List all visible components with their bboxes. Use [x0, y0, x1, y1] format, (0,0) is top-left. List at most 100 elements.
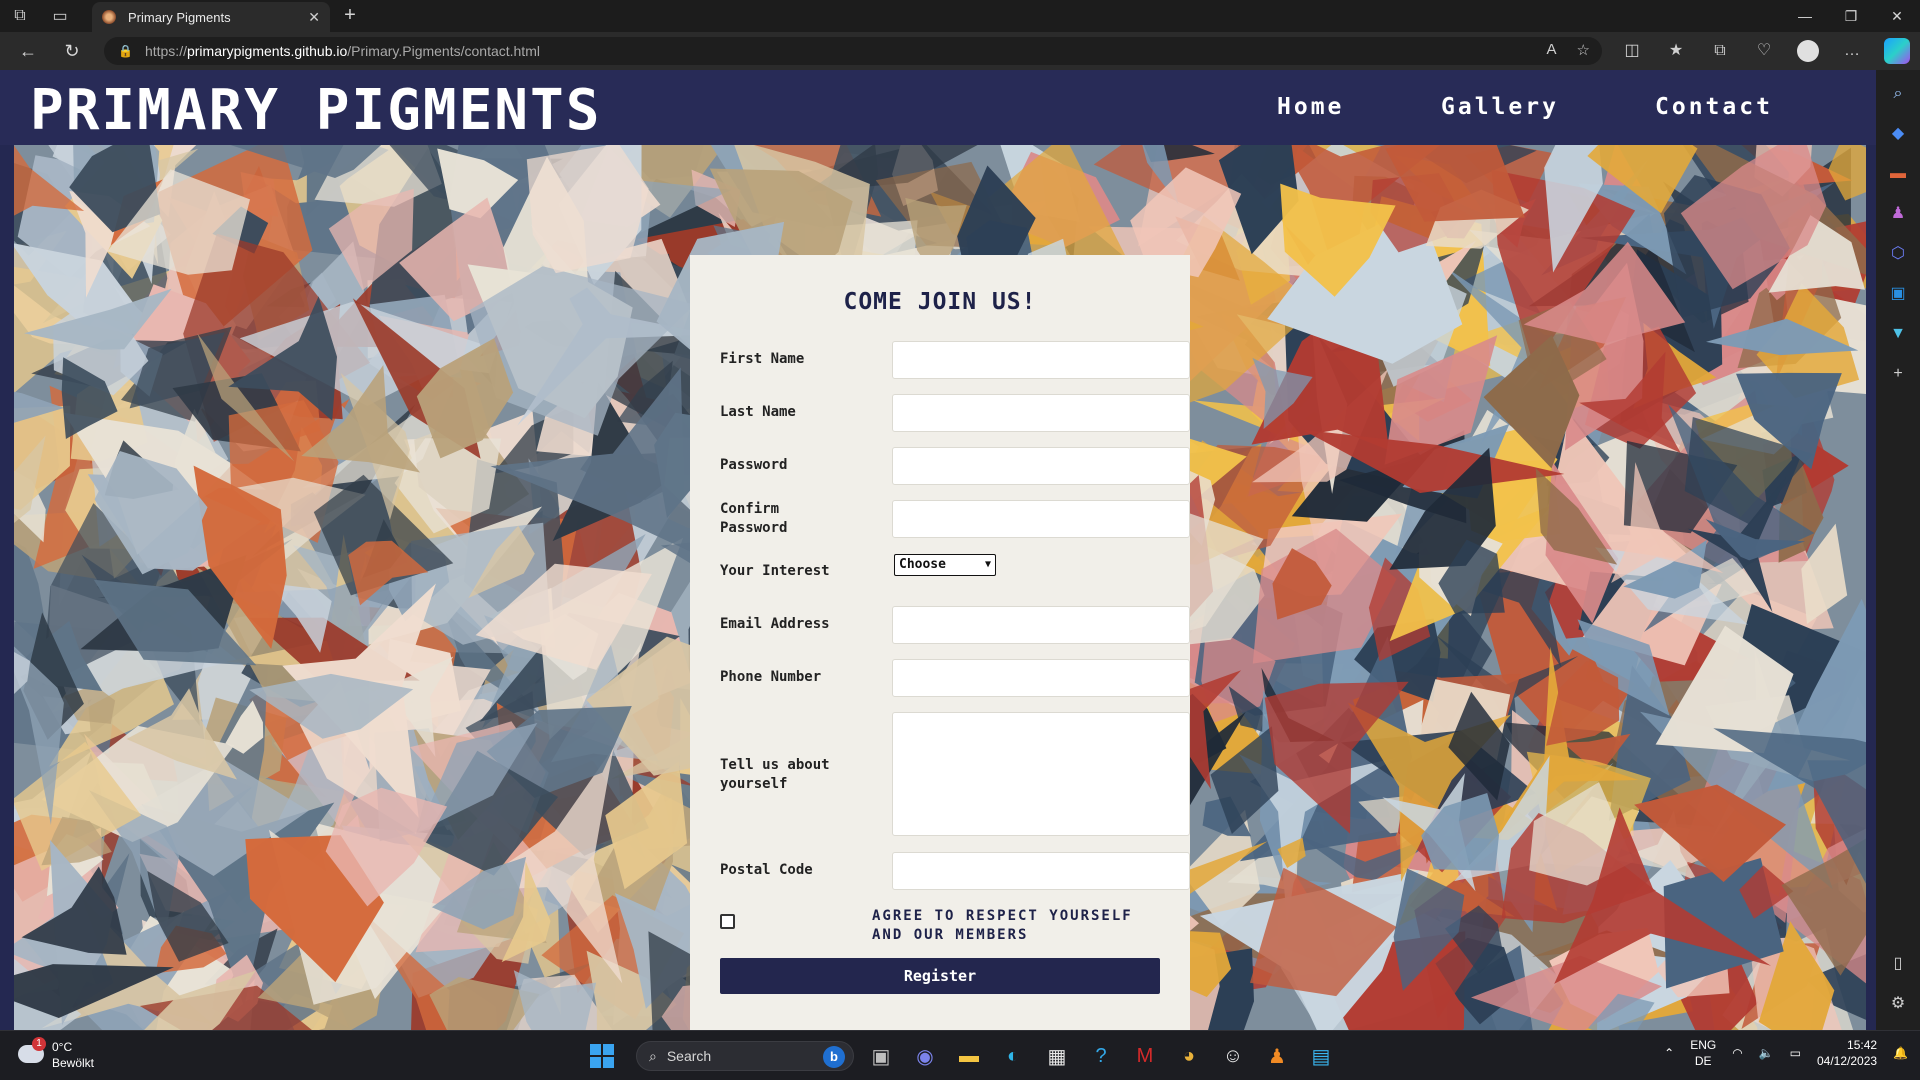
read-aloud-icon[interactable]: A	[1547, 41, 1557, 59]
password-label: Password	[720, 457, 788, 473]
edge-browser-icon[interactable]: ◐	[996, 1039, 1030, 1073]
profile-avatar-icon[interactable]	[1794, 38, 1822, 64]
collections-icon[interactable]: ⧉	[1706, 38, 1734, 64]
taskbar-apps: ⌕ Search b ▣ ◉ ▬ ◐ ▦ ? M ◕ ☺ ♟ ▤	[590, 1039, 1338, 1073]
confirm-password-label: Confirm Password	[720, 501, 788, 536]
clock[interactable]: 15:42 04/12/2023	[1817, 1037, 1877, 1069]
restore-icon[interactable]: ❐	[1828, 0, 1874, 32]
tray-chevron-up-icon[interactable]: ⌃	[1664, 1046, 1674, 1060]
minimize-icon[interactable]: —	[1782, 0, 1828, 32]
last-name-input[interactable]	[892, 394, 1190, 432]
clock-time: 15:42	[1847, 1038, 1878, 1052]
about-label: Tell us about yourself	[720, 757, 830, 792]
emoji-app-icon[interactable]: ☺	[1216, 1039, 1250, 1073]
notifications-bell-icon[interactable]: 🔔	[1893, 1046, 1908, 1060]
agree-checkbox[interactable]	[720, 914, 735, 929]
help-icon[interactable]: ?	[1084, 1039, 1118, 1073]
register-button[interactable]: Register	[720, 958, 1160, 994]
bing-icon[interactable]: b	[823, 1046, 845, 1068]
search-icon: ⌕	[649, 1047, 657, 1064]
character-app-icon[interactable]: ♟	[1260, 1039, 1294, 1073]
file-explorer-icon[interactable]: ▬	[952, 1039, 986, 1073]
workspaces-icon[interactable]: ⧉	[0, 0, 40, 32]
new-tab-icon[interactable]: +	[338, 4, 362, 27]
system-tray: ⌃ ENG DE ◠ 🔈 ▭ 15:42 04/12/2023 🔔	[1664, 1037, 1908, 1069]
lock-icon[interactable]: 🔒	[118, 44, 133, 58]
chevron-down-icon: ▼	[984, 559, 991, 570]
task-view-icon[interactable]: ▣	[864, 1039, 898, 1073]
mcafee-icon[interactable]: M	[1128, 1039, 1162, 1073]
sidebar-drop-icon[interactable]: ▼	[1886, 322, 1910, 346]
taskbar: 1 0°C Bewölkt ⌕ Search b ▣ ◉ ▬ ◐ ▦ ? M ◕…	[0, 1030, 1920, 1080]
url-protocol: https://	[144, 43, 187, 59]
split-screen-icon[interactable]: ◫	[1618, 38, 1646, 64]
tab-actions-icon[interactable]: ▭	[40, 0, 80, 32]
first-name-input[interactable]	[892, 341, 1190, 379]
confirm-password-input[interactable]	[892, 500, 1190, 538]
windows-start-icon[interactable]	[590, 1044, 614, 1068]
browser-tab[interactable]: Primary Pigments ✕	[92, 2, 330, 32]
sidebar-tools-icon[interactable]: ▬	[1886, 162, 1910, 186]
cloud-icon: 1	[18, 1037, 46, 1063]
sidebar-outlook-icon[interactable]: ▣	[1886, 282, 1910, 306]
nav-gallery[interactable]: Gallery	[1441, 94, 1559, 120]
password-input[interactable]	[892, 447, 1190, 485]
nav-contact[interactable]: Contact	[1655, 94, 1773, 120]
sidebar-hide-icon[interactable]: ▯	[1886, 952, 1910, 976]
weather-desc: Bewölkt	[52, 1056, 95, 1070]
phone-input[interactable]	[892, 659, 1190, 697]
copilot-icon[interactable]	[1884, 38, 1910, 64]
email-input[interactable]	[892, 606, 1190, 644]
battery-icon[interactable]: ▭	[1790, 1046, 1801, 1060]
window-controls: — ❐ ✕	[1782, 0, 1920, 32]
wifi-icon[interactable]: ◠	[1732, 1046, 1742, 1060]
url-host: primarypigments.github.io	[186, 43, 348, 59]
refresh-icon[interactable]: ↻	[58, 38, 86, 64]
browser-essentials-icon[interactable]: ♡	[1750, 38, 1778, 64]
postal-code-label: Postal Code	[720, 862, 813, 878]
signup-form: COME JOIN US! First Name Last Name Passw…	[690, 255, 1190, 1030]
volume-icon[interactable]: 🔈	[1759, 1046, 1774, 1060]
first-name-label: First Name	[720, 351, 805, 367]
weather-badge: 1	[32, 1037, 46, 1051]
browser-toolbar: ← ↻ 🔒 https://primarypigments.github.io /…	[0, 32, 1920, 70]
nav-home[interactable]: Home	[1277, 94, 1344, 120]
teams-icon[interactable]: ◉	[908, 1039, 942, 1073]
toolbar-icons: ◫ ★ ⧉ ♡ …	[1618, 38, 1866, 64]
form-title: COME JOIN US!	[843, 289, 1037, 315]
interest-select[interactable]: Choose ▼	[894, 554, 996, 576]
address-bar[interactable]: 🔒 https://primarypigments.github.io/Prim…	[104, 37, 1602, 65]
close-window-icon[interactable]: ✕	[1874, 0, 1920, 32]
postal-code-input[interactable]	[892, 852, 1190, 890]
back-icon[interactable]: ←	[14, 38, 42, 64]
site-header: PRIMARY PIGMENTS Home Gallery Contact	[0, 70, 1876, 145]
interest-selected-value: Choose	[899, 557, 946, 572]
favorite-star-icon[interactable]: ☆	[1577, 41, 1590, 59]
email-label: Email Address	[720, 616, 830, 632]
language-indicator[interactable]: ENG DE	[1690, 1037, 1716, 1069]
notepad-icon[interactable]: ▤	[1304, 1039, 1338, 1073]
close-tab-icon[interactable]: ✕	[308, 9, 320, 26]
sidebar-search-icon[interactable]: ⌕	[1886, 82, 1910, 106]
language-code: ENG	[1690, 1038, 1717, 1052]
sidebar-add-icon[interactable]: +	[1886, 362, 1910, 386]
weather-temp: 0°C	[52, 1040, 73, 1054]
edge-sidebar: ⌕ ◆ ▬ ♟ ⬡ ▣ ▼ + ▯ ⚙	[1876, 70, 1920, 1030]
sidebar-settings-icon[interactable]: ⚙	[1886, 992, 1910, 1016]
sidebar-games-icon[interactable]: ♟	[1886, 202, 1910, 226]
sidebar-shopping-icon[interactable]: ◆	[1886, 122, 1910, 146]
weather-widget[interactable]: 1 0°C Bewölkt	[18, 1037, 95, 1071]
taskbar-search[interactable]: ⌕ Search b	[636, 1041, 854, 1071]
keyboard-layout: DE	[1694, 1054, 1712, 1068]
agree-label: AGREE TO RESPECT YOURSELF AND OUR MEMBER…	[872, 908, 1133, 943]
about-textarea[interactable]	[892, 712, 1190, 836]
sidebar-copilot-icon[interactable]: ⬡	[1886, 242, 1910, 266]
site-favicon-icon	[102, 10, 116, 24]
more-menu-icon[interactable]: …	[1838, 38, 1866, 64]
chrome-icon[interactable]: ◕	[1172, 1039, 1206, 1073]
browser-titlebar: ⧉ ▭ Primary Pigments ✕ + — ❐ ✕	[0, 0, 1920, 32]
store-icon[interactable]: ▦	[1040, 1039, 1074, 1073]
favorites-icon[interactable]: ★	[1662, 38, 1690, 64]
clock-date: 04/12/2023	[1816, 1054, 1878, 1068]
web-page: PRIMARY PIGMENTS Home Gallery Contact CO…	[0, 70, 1876, 1030]
